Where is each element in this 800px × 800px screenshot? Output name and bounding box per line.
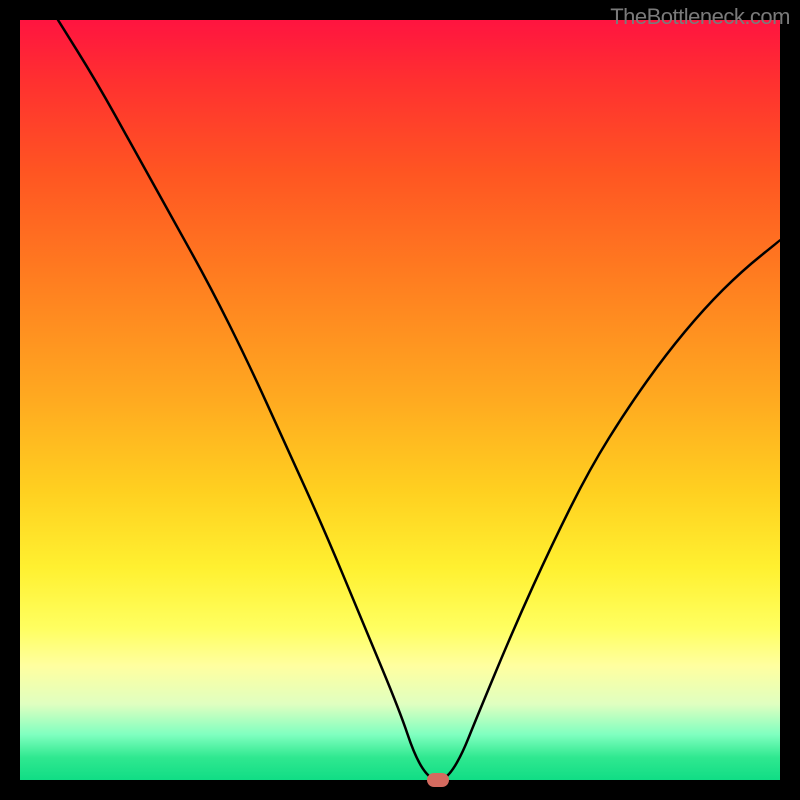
- bottleneck-curve: [20, 20, 780, 780]
- watermark-text: TheBottleneck.com: [610, 4, 790, 30]
- minimum-marker: [427, 773, 449, 787]
- chart-plot-area: [20, 20, 780, 780]
